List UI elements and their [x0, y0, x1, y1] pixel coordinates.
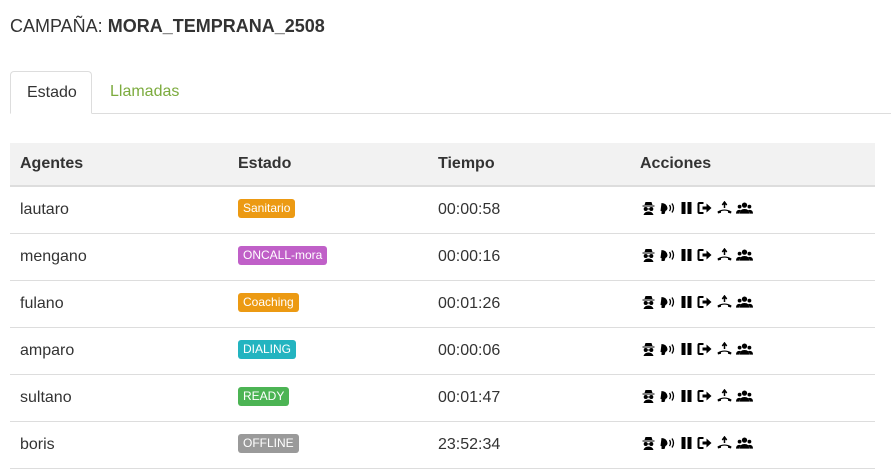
- actions-group: [640, 341, 753, 356]
- agent-actions: [630, 374, 875, 422]
- pause-icon[interactable]: [680, 295, 693, 309]
- pause-icon[interactable]: [680, 342, 693, 356]
- whisper-icon[interactable]: [660, 248, 677, 262]
- page-title: CAMPAÑA: MORA_TEMPRANA_2508: [10, 16, 325, 37]
- conference-icon[interactable]: [736, 201, 753, 215]
- pause-icon[interactable]: [680, 389, 693, 403]
- agent-actions: [630, 233, 875, 281]
- hangup-icon[interactable]: [716, 200, 733, 215]
- table-row: lautaro Sanitario 00:00:58: [10, 186, 875, 234]
- conference-icon[interactable]: [736, 342, 753, 356]
- actions-group: [640, 435, 753, 450]
- whisper-icon[interactable]: [660, 436, 677, 450]
- column-header-tiempo: Tiempo: [428, 143, 630, 187]
- conference-icon[interactable]: [736, 295, 753, 309]
- column-header-agentes: Agentes: [10, 143, 228, 187]
- column-header-acciones: Acciones: [630, 143, 875, 187]
- table-row: sultano READY 00:01:47: [10, 374, 875, 422]
- agent-time: 00:01:26: [428, 280, 630, 328]
- agent-actions: [630, 327, 875, 375]
- pause-icon[interactable]: [680, 201, 693, 215]
- status-badge: READY: [238, 386, 290, 406]
- status-badge: Coaching: [238, 292, 299, 312]
- agents-table: Agentes Estado Tiempo Acciones lautaro S…: [10, 143, 875, 469]
- whisper-icon[interactable]: [660, 389, 677, 403]
- logout-icon[interactable]: [696, 342, 713, 356]
- hangup-icon[interactable]: [716, 341, 733, 356]
- agent-state-cell: Coaching: [228, 280, 428, 328]
- spy-icon[interactable]: [640, 201, 657, 215]
- conference-icon[interactable]: [736, 248, 753, 262]
- campaign-name: MORA_TEMPRANA_2508: [107, 16, 325, 36]
- tab-estado[interactable]: Estado: [10, 71, 92, 114]
- whisper-icon[interactable]: [660, 201, 677, 215]
- agent-time: 00:01:47: [428, 374, 630, 422]
- actions-group: [640, 294, 753, 309]
- agent-state-cell: ONCALL-mora: [228, 233, 428, 281]
- spy-icon[interactable]: [640, 295, 657, 309]
- agent-state-cell: OFFLINE: [228, 421, 428, 469]
- hangup-icon[interactable]: [716, 294, 733, 309]
- agent-time: 23:52:34: [428, 421, 630, 469]
- actions-group: [640, 247, 753, 262]
- agent-state-cell: DIALING: [228, 327, 428, 375]
- spy-icon[interactable]: [640, 248, 657, 262]
- spy-icon[interactable]: [640, 436, 657, 450]
- status-badge: OFFLINE: [238, 433, 299, 453]
- actions-group: [640, 388, 753, 403]
- agent-time: 00:00:06: [428, 327, 630, 375]
- agent-actions: [630, 280, 875, 328]
- agent-name: lautaro: [10, 186, 228, 234]
- agent-state-cell: Sanitario: [228, 186, 428, 234]
- hangup-icon[interactable]: [716, 388, 733, 403]
- tab-bar: Estado Llamadas: [10, 71, 891, 114]
- hangup-icon[interactable]: [716, 247, 733, 262]
- whisper-icon[interactable]: [660, 342, 677, 356]
- whisper-icon[interactable]: [660, 295, 677, 309]
- campaign-page: CAMPAÑA: MORA_TEMPRANA_2508 Estado Llama…: [0, 0, 891, 475]
- agent-name: boris: [10, 421, 228, 469]
- logout-icon[interactable]: [696, 389, 713, 403]
- table-row: mengano ONCALL-mora 00:00:16: [10, 233, 875, 281]
- actions-group: [640, 200, 753, 215]
- conference-icon[interactable]: [736, 436, 753, 450]
- logout-icon[interactable]: [696, 201, 713, 215]
- tab-llamadas[interactable]: Llamadas: [94, 71, 195, 112]
- status-badge: DIALING: [238, 339, 297, 359]
- logout-icon[interactable]: [696, 436, 713, 450]
- spy-icon[interactable]: [640, 389, 657, 403]
- table-row: fulano Coaching 00:01:26: [10, 280, 875, 328]
- agent-actions: [630, 186, 875, 234]
- agent-name: amparo: [10, 327, 228, 375]
- logout-icon[interactable]: [696, 295, 713, 309]
- agent-time: 00:00:16: [428, 233, 630, 281]
- hangup-icon[interactable]: [716, 435, 733, 450]
- conference-icon[interactable]: [736, 389, 753, 403]
- table-row: amparo DIALING 00:00:06: [10, 327, 875, 375]
- column-header-estado: Estado: [228, 143, 428, 187]
- agents-table-body: lautaro Sanitario 00:00:58 mengano ONCAL…: [10, 186, 875, 469]
- pause-icon[interactable]: [680, 436, 693, 450]
- table-row: boris OFFLINE 23:52:34: [10, 421, 875, 469]
- spy-icon[interactable]: [640, 342, 657, 356]
- pause-icon[interactable]: [680, 248, 693, 262]
- agent-actions: [630, 421, 875, 469]
- status-badge: ONCALL-mora: [238, 245, 328, 265]
- agent-time: 00:00:58: [428, 186, 630, 234]
- agent-name: mengano: [10, 233, 228, 281]
- agent-name: fulano: [10, 280, 228, 328]
- campaign-label: CAMPAÑA:: [10, 16, 103, 36]
- table-header-row: Agentes Estado Tiempo Acciones: [10, 143, 875, 187]
- agent-state-cell: READY: [228, 374, 428, 422]
- status-badge: Sanitario: [238, 198, 296, 218]
- logout-icon[interactable]: [696, 248, 713, 262]
- agent-name: sultano: [10, 374, 228, 422]
